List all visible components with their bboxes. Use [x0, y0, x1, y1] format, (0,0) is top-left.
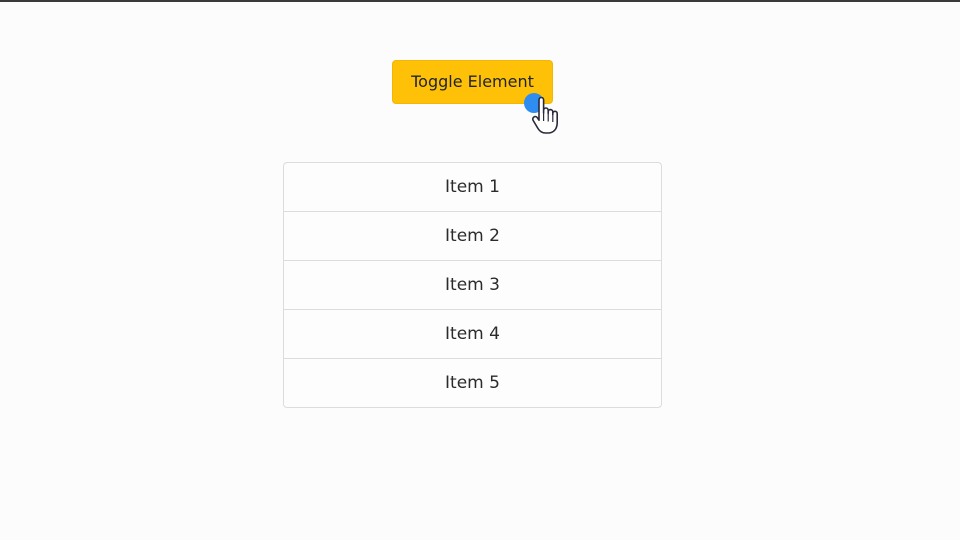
- top-border: [0, 0, 960, 2]
- list-item: Item 5: [445, 373, 500, 393]
- item-list: Item 1 Item 2 Item 3 Item 4 Item 5: [283, 162, 662, 408]
- list-item: Item 3: [284, 261, 661, 310]
- hand-pointer-icon: [531, 96, 558, 134]
- list-item: Item 1: [284, 163, 661, 212]
- list-item: Item 4: [284, 310, 661, 359]
- list-item: Item 2: [284, 212, 661, 261]
